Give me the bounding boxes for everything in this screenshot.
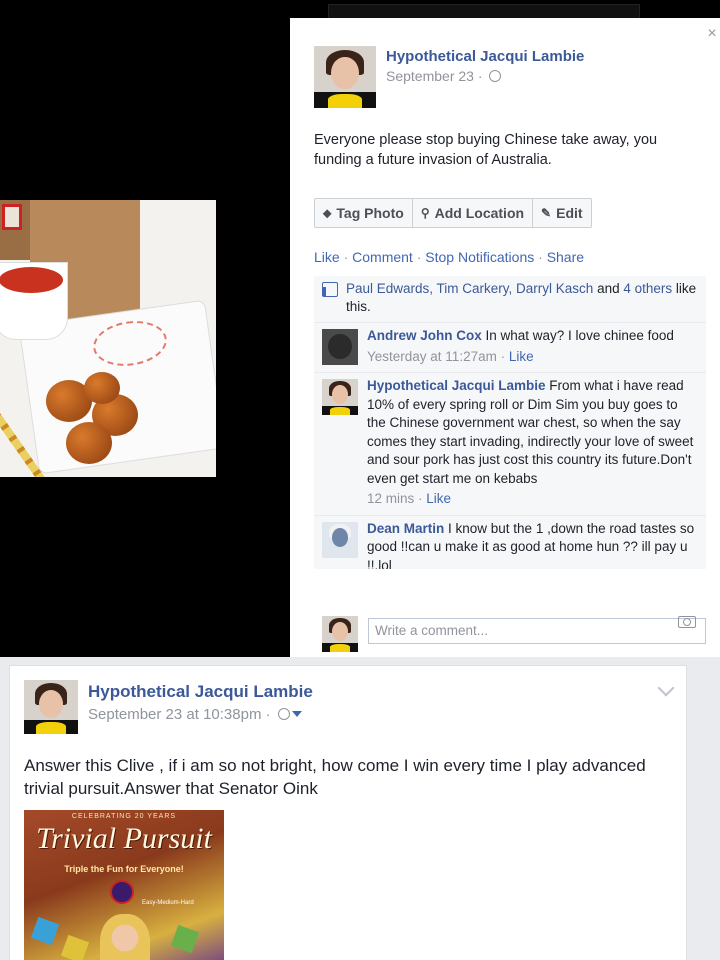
tag-photo-button[interactable]: ⬥ Tag Photo	[315, 199, 413, 227]
post-timestamp[interactable]: September 23 ·	[386, 68, 483, 84]
my-avatar	[322, 616, 358, 652]
likes-summary: Paul Edwards, Tim Carkery, Darryl Kasch …	[314, 276, 706, 323]
post-author[interactable]: Hypothetical Jacqui Lambie	[88, 682, 313, 702]
post-timestamp[interactable]: September 23 at 10:38pm ·	[88, 706, 271, 723]
camera-icon[interactable]	[678, 616, 696, 628]
comment-time[interactable]: 12 mins	[367, 491, 414, 506]
write-comment-row: Write a comment...	[314, 610, 706, 657]
comment: Hypothetical Jacqui Lambie From what i h…	[314, 373, 706, 516]
comment-text: From what i have read 10% of every sprin…	[367, 378, 694, 486]
comment-input[interactable]: Write a comment...	[368, 618, 706, 644]
commenter-name[interactable]: Hypothetical Jacqui Lambie	[367, 378, 546, 393]
comment-link[interactable]: Comment	[352, 249, 413, 265]
close-icon[interactable]: ×	[704, 26, 720, 42]
commenter-avatar[interactable]	[322, 521, 358, 558]
likers-names[interactable]: Paul Edwards, Tim Carkery, Darryl Kasch	[346, 281, 593, 296]
comment-like-link[interactable]: Like	[509, 349, 534, 364]
card-chip	[170, 924, 200, 954]
likers-and: and	[593, 281, 624, 296]
chevron-down-icon[interactable]	[657, 679, 675, 697]
audience-caret-icon[interactable]	[291, 711, 302, 717]
post-text: Answer this Clive , if i am so not brigh…	[24, 756, 646, 798]
timeline-post: Hypothetical Jacqui Lambie September 23 …	[9, 665, 687, 960]
box-band-text: CELEBRATING 20 YEARS	[71, 813, 177, 820]
commenter-avatar[interactable]	[322, 379, 358, 415]
location-icon: ⚲	[420, 206, 430, 220]
card-chip	[60, 934, 90, 960]
post-text: Everyone please stop buying Chinese take…	[314, 132, 658, 168]
author-avatar[interactable]	[24, 680, 78, 734]
photo-viewer: × Hypothetical Jacqui Lambie September 2…	[0, 0, 720, 657]
post-author[interactable]: Hypothetical Jacqui Lambie	[386, 48, 584, 65]
commenter-avatar[interactable]	[322, 329, 358, 365]
post-timestamp-row: September 23 at 10:38pm ·	[88, 706, 302, 723]
pencil-icon: ✎	[541, 206, 552, 220]
comment: Dean Martin I know but the 1 ,down the r…	[314, 515, 706, 569]
timeline: Hypothetical Jacqui Lambie September 23 …	[0, 657, 720, 960]
bag-logo	[2, 204, 22, 230]
box-logo: Trivial Pursuit	[36, 822, 212, 855]
comment-meta: 12 mins · Like	[367, 491, 452, 506]
post-timestamp-row: September 23 ·	[386, 68, 502, 84]
trivial-pursuit-image[interactable]: CELEBRATING 20 YEARS Trivial Pursuit Tri…	[24, 810, 224, 960]
screenshot-root: × Hypothetical Jacqui Lambie September 2…	[0, 0, 720, 960]
comment-body: Andrew John Cox In what way? I love chin…	[367, 327, 698, 346]
edit-button[interactable]: ✎ Edit	[533, 199, 591, 227]
comment-time[interactable]: Yesterday at 11:27am	[367, 349, 497, 364]
commenter-name[interactable]: Andrew John Cox	[367, 328, 482, 343]
add-location-button[interactable]: ⚲ Add Location	[413, 199, 534, 227]
commenter-name[interactable]: Dean Martin	[367, 521, 444, 536]
comment-body: Dean Martin I know but the 1 ,down the r…	[367, 520, 698, 569]
author-avatar[interactable]	[314, 46, 376, 108]
edit-label: Edit	[556, 205, 583, 221]
like-link[interactable]: Like	[314, 249, 340, 265]
share-link[interactable]: Share	[547, 249, 584, 265]
stop-notifications-link[interactable]: Stop Notifications	[425, 249, 534, 265]
likers-others-link[interactable]: 4 others	[623, 281, 672, 296]
globe-icon[interactable]	[489, 70, 502, 82]
box-tagline: Triple the Fun for Everyone!	[64, 864, 184, 874]
post-header: Hypothetical Jacqui Lambie September 23 …	[314, 46, 694, 110]
separator-dot: ·	[538, 249, 543, 265]
food-photo[interactable]	[0, 200, 216, 477]
dim-sim	[66, 422, 112, 464]
comment-text: In what way? I love chinee food	[481, 328, 674, 343]
game-piece-icon	[110, 880, 134, 904]
sauce-cup	[0, 262, 68, 340]
add-location-label: Add Location	[434, 205, 525, 221]
tag-icon: ⬥	[323, 205, 332, 220]
comment: Andrew John Cox In what way? I love chin…	[314, 323, 706, 373]
thumbs-up-icon	[322, 282, 338, 297]
tag-photo-label: Tag Photo	[336, 205, 404, 221]
photo-actions: ⬥ Tag Photo ⚲ Add Location ✎ Edit	[314, 198, 592, 228]
separator-dot: ·	[416, 249, 422, 265]
ufi-links: Like · Comment · Stop Notifications · Sh…	[314, 249, 584, 265]
separator-dot: ·	[343, 249, 349, 265]
comment-like-link[interactable]: Like	[426, 491, 451, 506]
comments-section: Paul Edwards, Tim Carkery, Darryl Kasch …	[314, 276, 706, 569]
box-model-photo	[100, 914, 150, 960]
globe-icon[interactable]	[277, 708, 290, 720]
card-chip	[30, 916, 60, 946]
comment-body: Hypothetical Jacqui Lambie From what i h…	[367, 377, 698, 488]
comment-meta: Yesterday at 11:27am · Like	[367, 348, 534, 364]
dim-sim	[84, 372, 120, 404]
photo-sidebar: × Hypothetical Jacqui Lambie September 2…	[290, 18, 720, 657]
box-levels: Easy-Medium-Hard	[142, 900, 194, 906]
